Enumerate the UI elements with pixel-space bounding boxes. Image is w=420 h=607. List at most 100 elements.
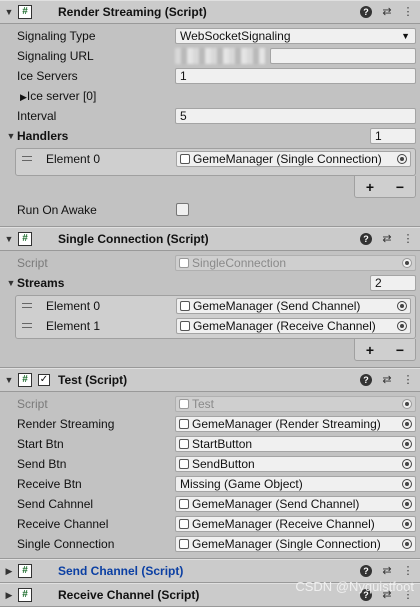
- foldout-expanded-icon[interactable]: ▼: [4, 278, 18, 288]
- script-icon: #: [18, 588, 32, 602]
- field-label: Send Btn: [17, 457, 67, 471]
- element-label: Element 1: [46, 319, 101, 333]
- script-field: SingleConnection: [175, 255, 416, 271]
- foldout-collapsed-icon[interactable]: ▶: [2, 590, 16, 601]
- script-value: SingleConnection: [192, 256, 287, 270]
- component-title: Render Streaming (Script): [58, 5, 207, 19]
- streams-label: Streams: [17, 276, 65, 290]
- object-picker-icon[interactable]: [397, 301, 407, 311]
- object-picker-icon[interactable]: [397, 154, 407, 164]
- list-item: Element 0 GemeManager (Single Connection…: [16, 149, 415, 171]
- component-title: Send Channel (Script): [58, 564, 184, 578]
- object-value: SendButton: [192, 457, 255, 471]
- context-menu-icon[interactable]: ⋮: [402, 5, 414, 19]
- object-picker-icon[interactable]: [402, 439, 412, 449]
- field-label: Send Cahnnel: [17, 497, 94, 511]
- object-value: GemeManager (Render Streaming): [192, 417, 381, 431]
- field-label: Ice Servers: [17, 69, 78, 83]
- help-icon[interactable]: ?: [360, 374, 372, 386]
- object-value: GemeManager (Receive Channel): [193, 319, 376, 333]
- handlers-size-input[interactable]: 1: [370, 128, 416, 144]
- object-field[interactable]: StartButton: [175, 436, 416, 452]
- script-field: Test: [175, 396, 416, 412]
- game-object-icon: [179, 539, 189, 549]
- presets-icon[interactable]: ⇄: [381, 564, 393, 578]
- list-add-remove: + −: [354, 339, 416, 361]
- foldout-expanded-icon[interactable]: ▼: [2, 375, 16, 385]
- list-item: Element 0 GemeManager (Send Channel): [16, 296, 415, 316]
- foldout-collapsed-icon[interactable]: ▶: [2, 566, 16, 577]
- object-picker-icon: [402, 258, 412, 268]
- watermark: CSDN @Nyquistfoot: [295, 579, 414, 594]
- component-render-streaming: ▼ # Render Streaming (Script) ? ⇄ ⋮ Sign…: [0, 0, 420, 226]
- context-menu-icon[interactable]: ⋮: [402, 232, 414, 246]
- context-menu-icon[interactable]: ⋮: [402, 373, 414, 387]
- ice-server-foldout[interactable]: ▶Ice server [0]: [20, 89, 96, 103]
- object-picker-icon[interactable]: [402, 499, 412, 509]
- object-field[interactable]: GemeManager (Receive Channel): [175, 516, 416, 532]
- context-menu-icon[interactable]: ⋮: [402, 564, 414, 578]
- interval-input[interactable]: 5: [175, 108, 416, 124]
- component-header[interactable]: ▼ # Single Connection (Script) ? ⇄ ⋮: [0, 227, 420, 251]
- object-field[interactable]: GemeManager (Receive Channel): [176, 318, 411, 334]
- signaling-url-input[interactable]: [270, 48, 416, 64]
- add-button[interactable]: +: [366, 179, 374, 195]
- streams-size-input[interactable]: 2: [370, 275, 416, 291]
- script-label: Script: [17, 397, 48, 411]
- list-add-remove: + −: [354, 176, 416, 198]
- foldout-expanded-icon[interactable]: ▼: [2, 234, 16, 244]
- object-field[interactable]: GemeManager (Send Channel): [175, 496, 416, 512]
- field-label: Run On Awake: [17, 203, 97, 217]
- signaling-type-dropdown[interactable]: WebSocketSignaling ▼: [175, 28, 416, 44]
- component-header[interactable]: ▼ # ✓ Test (Script) ? ⇄ ⋮: [0, 368, 420, 392]
- field-label: Signaling Type: [17, 29, 96, 43]
- help-icon[interactable]: ?: [360, 565, 372, 577]
- remove-button[interactable]: −: [396, 179, 404, 195]
- script-file-icon: [179, 399, 189, 409]
- game-object-icon: [180, 301, 190, 311]
- drag-handle-icon[interactable]: [22, 156, 32, 161]
- field-label: Receive Btn: [17, 477, 82, 491]
- field-label: Start Btn: [17, 437, 64, 451]
- object-picker-icon[interactable]: [402, 419, 412, 429]
- help-icon[interactable]: ?: [360, 233, 372, 245]
- element-label: Element 0: [46, 299, 101, 313]
- run-on-awake-checkbox[interactable]: [176, 203, 189, 216]
- presets-icon[interactable]: ⇄: [381, 232, 393, 246]
- script-icon: #: [18, 564, 32, 578]
- help-icon[interactable]: ?: [360, 6, 372, 18]
- component-header[interactable]: ▼ # Render Streaming (Script) ? ⇄ ⋮: [0, 0, 420, 24]
- script-icon: #: [18, 373, 32, 387]
- object-field[interactable]: GemeManager (Single Connection): [176, 151, 411, 167]
- game-object-icon: [180, 154, 190, 164]
- script-icon: #: [18, 232, 32, 246]
- object-value: StartButton: [192, 437, 253, 451]
- ice-servers-input[interactable]: 1: [175, 68, 416, 84]
- component-enabled-checkbox[interactable]: ✓: [38, 374, 50, 386]
- object-field[interactable]: Missing (Game Object): [175, 476, 416, 492]
- object-picker-icon[interactable]: [402, 519, 412, 529]
- field-label: Single Connection: [17, 537, 115, 551]
- object-picker-icon[interactable]: [402, 479, 412, 489]
- object-field[interactable]: GemeManager (Send Channel): [176, 298, 411, 314]
- object-picker-icon[interactable]: [402, 539, 412, 549]
- object-value: GemeManager (Receive Channel): [192, 517, 375, 531]
- object-field[interactable]: GemeManager (Single Connection): [175, 536, 416, 552]
- remove-button[interactable]: −: [396, 342, 404, 358]
- script-icon: #: [18, 5, 32, 19]
- object-field[interactable]: GemeManager (Render Streaming): [175, 416, 416, 432]
- foldout-expanded-icon[interactable]: ▼: [4, 131, 18, 141]
- drag-handle-icon[interactable]: [22, 303, 32, 308]
- presets-icon[interactable]: ⇄: [381, 5, 393, 19]
- presets-icon[interactable]: ⇄: [381, 373, 393, 387]
- cube-icon: [179, 439, 189, 449]
- drag-handle-icon[interactable]: [22, 323, 32, 328]
- add-button[interactable]: +: [366, 342, 374, 358]
- field-label: Render Streaming: [17, 417, 115, 431]
- object-picker-icon[interactable]: [397, 321, 407, 331]
- object-picker-icon[interactable]: [402, 459, 412, 469]
- foldout-expanded-icon[interactable]: ▼: [2, 7, 16, 17]
- object-value: GemeManager (Send Channel): [192, 497, 360, 511]
- object-field[interactable]: SendButton: [175, 456, 416, 472]
- chevron-down-icon: ▼: [401, 31, 410, 41]
